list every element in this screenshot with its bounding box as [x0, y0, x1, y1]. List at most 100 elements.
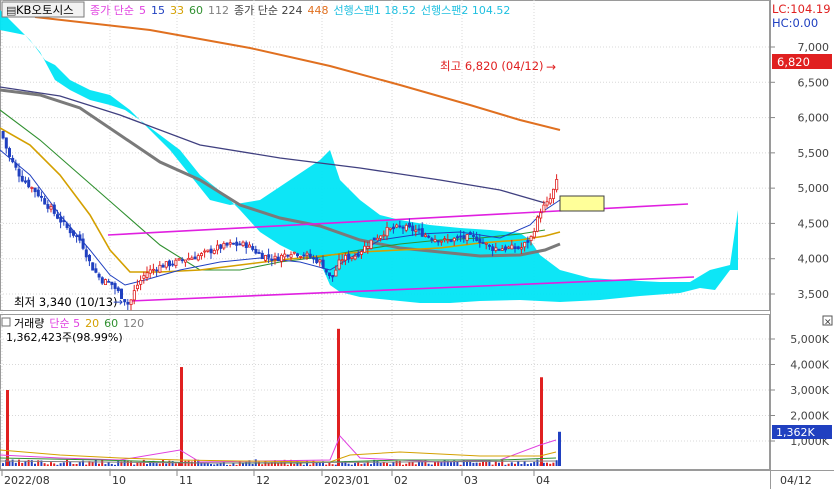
volume-bar: [552, 462, 555, 466]
volume-bar: [190, 461, 193, 466]
volume-bar: [459, 464, 462, 466]
volume-bar: [491, 464, 494, 466]
candle-body: [331, 275, 335, 278]
candle-body: [318, 259, 322, 263]
stock-name[interactable]: KB오토시스: [16, 3, 74, 17]
candle-body: [327, 272, 331, 277]
volume-bar: [56, 464, 59, 466]
candle-body: [279, 254, 283, 262]
volume-tick-label: 4,000K: [790, 359, 829, 372]
volume-bar: [66, 459, 68, 466]
volume-bar: [75, 464, 78, 466]
price-tick-label: 6,500: [798, 76, 830, 89]
candle-body: [315, 257, 319, 264]
candle-body: [398, 225, 402, 228]
candle-body: [503, 246, 507, 251]
date-label: 11: [179, 474, 193, 487]
volume-bar: [242, 463, 244, 466]
candle-body: [337, 259, 341, 270]
volume-bar: [533, 461, 536, 466]
price-tick-label: 7,000: [798, 41, 830, 54]
candle-body: [75, 235, 79, 238]
volume-bar: [530, 463, 532, 466]
price-tick-label: 4,000: [798, 253, 830, 266]
candle-body: [286, 254, 290, 257]
volume-bar: [72, 464, 75, 466]
candle-body: [363, 245, 367, 253]
candle-body: [91, 262, 95, 271]
candle-body: [113, 283, 117, 289]
candle-body: [107, 280, 111, 283]
current-volume-text: 1,362K: [776, 426, 815, 439]
volume-bar: [206, 463, 209, 466]
volume-bar: [450, 462, 452, 466]
candle-body: [311, 257, 315, 260]
volume-bar: [168, 460, 171, 466]
candle-body: [542, 204, 546, 213]
volume-bar: [62, 462, 65, 466]
volume-bar: [392, 462, 395, 466]
volume-bar: [478, 462, 481, 466]
volume-bar: [101, 459, 104, 466]
candle-body: [375, 237, 379, 241]
volume-bar: [226, 464, 228, 466]
volume-bar: [414, 464, 417, 466]
volume-info: 1,362,423주(98.99%): [6, 331, 123, 344]
volume-bar: [325, 464, 328, 466]
volume-tick-label: 3,000K: [790, 384, 829, 397]
volume-bar: [376, 460, 379, 466]
volume-bar: [229, 464, 232, 466]
volume-bar: [174, 463, 177, 466]
candle-body: [30, 187, 34, 189]
candle-body: [411, 225, 415, 232]
arrow-right-icon: →: [113, 295, 123, 309]
candle-body: [20, 175, 24, 182]
candle-body: [23, 180, 27, 183]
candle-body: [135, 284, 139, 290]
volume-bar: [405, 463, 408, 466]
candle-body: [414, 229, 418, 232]
candle-body: [68, 227, 72, 234]
candle-body: [366, 246, 370, 249]
candle-body: [529, 236, 533, 241]
candle-body: [104, 279, 108, 286]
candle-body: [507, 246, 511, 249]
volume-title: 거래량: [14, 317, 44, 330]
close-icon[interactable]: ×: [824, 318, 832, 328]
candle-body: [430, 238, 434, 241]
candle-body: [215, 244, 219, 251]
volume-bar: [165, 463, 168, 466]
legend-item: 종가 단순 224: [234, 4, 302, 17]
price-tick-label: 5,000: [798, 182, 830, 195]
candle-body: [84, 249, 88, 258]
candle-body: [17, 168, 21, 177]
volume-bar: [43, 463, 46, 466]
volume-bar: [331, 464, 334, 466]
volume-bar: [427, 463, 430, 466]
volume-bar: [514, 463, 516, 466]
candle-body: [199, 253, 203, 257]
candle-body: [295, 253, 299, 257]
volume-bar: [2, 463, 4, 466]
lc-label: LC:104.19: [772, 2, 831, 16]
candle-body: [174, 259, 178, 267]
candle-body: [353, 255, 357, 260]
candle-body: [446, 239, 450, 242]
volume-tick-label: 5,000K: [790, 333, 829, 346]
candle-body: [385, 226, 389, 237]
candle-body: [94, 268, 98, 273]
volume-panel-toggle[interactable]: [1, 317, 11, 327]
candle-body: [203, 250, 207, 253]
volume-bar: [235, 464, 238, 466]
candle-body: [417, 228, 421, 231]
candle-body: [404, 224, 408, 231]
candle-body: [62, 220, 66, 223]
candle-body: [36, 189, 40, 197]
volume-bar: [114, 464, 116, 466]
volume-bar: [14, 462, 17, 466]
candle-body: [292, 251, 296, 254]
volume-bar: [379, 463, 382, 466]
volume-bar: [341, 462, 344, 466]
candle-body: [455, 236, 459, 239]
candle-body: [283, 253, 287, 258]
